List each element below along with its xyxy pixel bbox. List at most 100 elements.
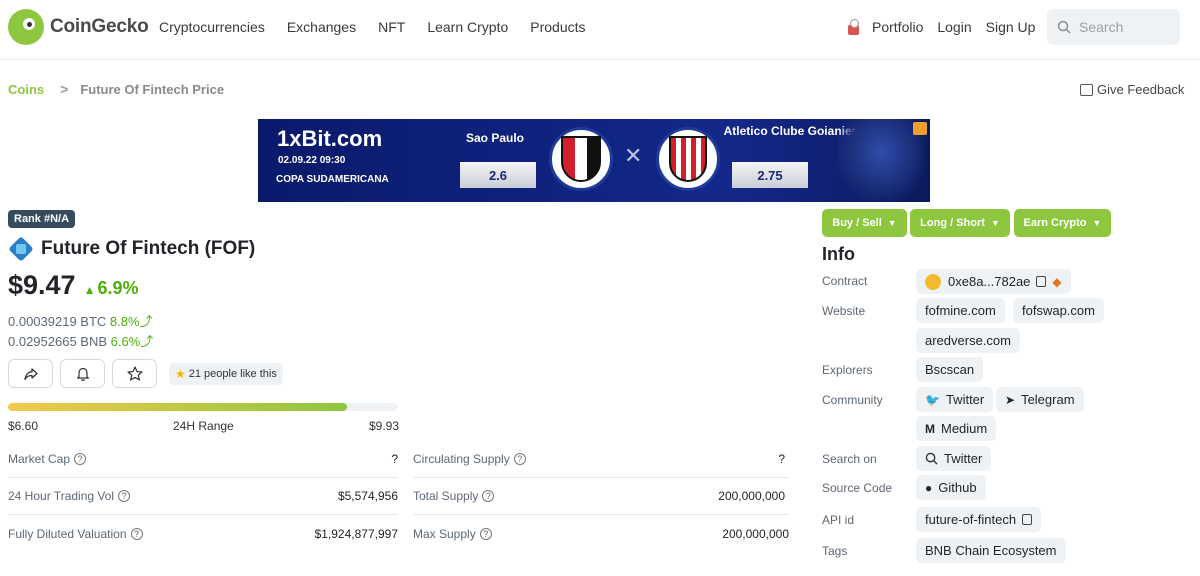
trend-up-icon: ⤴	[140, 334, 154, 349]
community-twitter-label: Twitter	[945, 392, 985, 407]
help-icon[interactable]: ?	[118, 490, 131, 502]
help-icon[interactable]: ?	[74, 453, 87, 465]
stat-label: 24 Hour Trading Vol	[8, 489, 115, 503]
logo[interactable]: CoinGecko	[8, 9, 149, 45]
ad-brand: 1xBit.com	[277, 126, 383, 151]
watchlist-button[interactable]	[112, 359, 157, 388]
nav-cryptocurrencies[interactable]: Cryptocurrencies	[159, 19, 265, 35]
share-icon	[23, 367, 38, 380]
metamask-icon[interactable]: ◆	[1052, 275, 1061, 289]
earn-crypto-label: Earn Crypto	[1023, 217, 1087, 229]
copy-icon[interactable]	[1022, 514, 1033, 525]
search-on-twitter-label: Twitter	[944, 451, 983, 466]
source-code-label: Source Code	[822, 481, 893, 495]
caret-up-icon: ▲	[83, 283, 96, 297]
portfolio-link[interactable]: Portfolio	[872, 19, 923, 35]
range-low: $6.60	[8, 419, 39, 433]
login-link[interactable]: Login	[937, 19, 971, 35]
explorers-label: Explorers	[822, 363, 873, 377]
stat-value: ?	[778, 452, 785, 466]
ad-info-icon[interactable]	[913, 122, 927, 135]
price-row: $9.47 ▲ 6.9%	[8, 270, 139, 301]
stat-label: Max Supply	[413, 526, 476, 541]
search-input[interactable]	[1079, 19, 1169, 35]
tag-bnb-chain-ecosystem[interactable]: BNB Chain Ecosystem	[916, 538, 1066, 563]
nav-exchanges[interactable]: Exchanges	[287, 19, 356, 35]
breadcrumb-current: Future Of Fintech Price	[80, 81, 225, 97]
search-icon	[1057, 20, 1071, 34]
community-medium-label: Medium	[941, 421, 988, 436]
github-icon: ●	[925, 480, 933, 495]
breadcrumb: Coins > Future Of Fintech Price	[8, 81, 224, 97]
contract-address: 0xe8a...782ae	[948, 274, 1031, 289]
stat-label: Circulating Supply	[413, 452, 510, 466]
website-link-aredverse[interactable]: aredverse.com	[916, 328, 1020, 353]
website-link-fofswap[interactable]: fofswap.com	[1013, 298, 1104, 323]
ad-banner[interactable]: 1xBit.com 02.09.22 09:30 COPA SUDAMERICA…	[258, 119, 930, 202]
medium-icon: M	[925, 421, 935, 436]
stat-value: 200,000,000	[718, 489, 785, 503]
stat-label: Market Cap	[8, 452, 71, 466]
bnb-price-row: 0.02952665 BNB 6.6%⤴	[8, 331, 153, 350]
long-short-label: Long / Short	[920, 217, 985, 229]
range-label: 24H Range	[173, 419, 234, 433]
tags-label: Tags	[822, 544, 848, 558]
star-icon	[126, 366, 143, 381]
stat-max-supply: Max Supply? 200,000,000	[413, 515, 789, 552]
ad-odd1: 2.6	[460, 162, 536, 188]
share-button[interactable]	[8, 359, 53, 388]
coin-price: $9.47	[8, 270, 76, 300]
buy-sell-dropdown[interactable]: Buy / Sell ▼	[822, 209, 907, 237]
community-link-medium[interactable]: M Medium	[916, 416, 997, 441]
ad-date: 02.09.22 09:30	[278, 155, 346, 166]
help-icon[interactable]: ?	[130, 527, 143, 540]
stat-value: ?	[391, 452, 398, 466]
stat-label: Total Supply	[413, 489, 479, 503]
search-on-twitter[interactable]: Twitter	[916, 446, 992, 471]
user-nav: Portfolio Login Sign Up	[846, 18, 1049, 36]
ad-league: COPA SUDAMERICANA	[276, 174, 389, 185]
source-code-github[interactable]: ● Github	[916, 475, 986, 500]
search-box[interactable]	[1047, 9, 1180, 45]
buy-sell-label: Buy / Sell	[832, 217, 882, 229]
versus-icon: ✕	[624, 143, 643, 168]
range-high: $9.93	[369, 419, 400, 433]
copy-icon[interactable]	[1036, 276, 1047, 287]
help-icon[interactable]: ?	[513, 453, 526, 465]
bnb-icon	[925, 273, 941, 290]
contract-label: Contract	[822, 274, 868, 288]
website-label: Website	[822, 304, 866, 318]
nav-products[interactable]: Products	[530, 19, 585, 35]
btc-change: 8.8%	[109, 314, 140, 329]
ad-odd2: 2.75	[732, 162, 808, 188]
earn-crypto-dropdown[interactable]: Earn Crypto ▼	[1014, 209, 1111, 237]
stat-value: 200,000,000	[722, 526, 789, 541]
long-short-dropdown[interactable]: Long / Short ▼	[910, 209, 1010, 237]
signup-link[interactable]: Sign Up	[986, 19, 1036, 35]
api-id-chip[interactable]: future-of-fintech	[916, 507, 1042, 532]
alert-button[interactable]	[60, 359, 105, 388]
star-filled-icon: ★	[175, 366, 186, 381]
stat-value: $1,924,877,997	[314, 526, 398, 541]
chevron-down-icon: ▼	[990, 218, 1000, 228]
explorer-link-bscscan[interactable]: Bscscan	[916, 357, 984, 382]
coin-logo-icon	[8, 236, 34, 262]
give-feedback-link[interactable]: Give Feedback	[1080, 82, 1184, 97]
stat-value: $5,574,956	[337, 489, 398, 503]
price-change-value: 6.9%	[97, 278, 139, 298]
chevron-right-icon: >	[60, 81, 69, 97]
likes-badge: ★ 21 people like this	[169, 362, 283, 385]
community-link-telegram[interactable]: ➤ Telegram	[996, 387, 1084, 412]
chevron-down-icon: ▼	[887, 218, 897, 228]
help-icon[interactable]: ?	[482, 490, 495, 502]
nav-nft[interactable]: NFT	[378, 19, 405, 35]
breadcrumb-coins[interactable]: Coins	[8, 82, 44, 97]
website-link-fofmine[interactable]: fofmine.com	[916, 298, 1005, 323]
contract-chip[interactable]: 0xe8a...782ae ◆	[916, 269, 1071, 294]
gift-icon[interactable]	[846, 18, 860, 36]
nav-learn-crypto[interactable]: Learn Crypto	[427, 19, 508, 35]
help-icon[interactable]: ?	[479, 527, 492, 540]
top-header: CoinGecko Cryptocurrencies Exchanges NFT…	[0, 0, 1200, 60]
community-link-twitter[interactable]: 🐦 Twitter	[916, 387, 994, 412]
stat-label: Fully Diluted Valuation	[8, 526, 127, 541]
